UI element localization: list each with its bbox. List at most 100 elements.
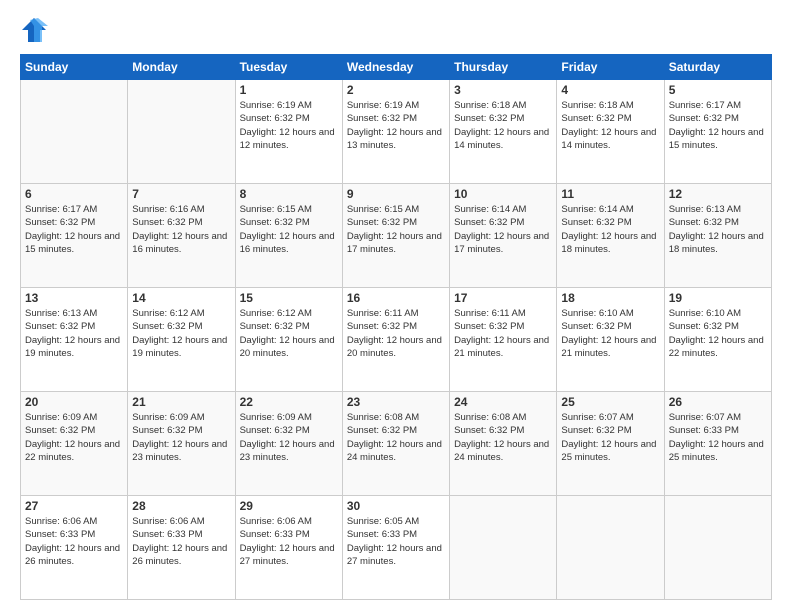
day-cell: 22Sunrise: 6:09 AM Sunset: 6:32 PM Dayli… [235,392,342,496]
weekday-thursday: Thursday [450,55,557,80]
day-cell: 3Sunrise: 6:18 AM Sunset: 6:32 PM Daylig… [450,80,557,184]
week-row-0: 1 Sunrise: 6:19 AM Sunset: 6:32 PM Daylig… [21,80,772,184]
day-info: Sunrise: 6:07 AM Sunset: 6:33 PM Dayligh… [669,411,767,464]
day-number: 12 [669,187,767,201]
weekday-friday: Friday [557,55,664,80]
day-cell: 8 Sunrise: 6:15 AM Sunset: 6:32 PM Daylig… [235,184,342,288]
day-number: 29 [240,499,338,513]
day-info: Sunrise: 6:16 AM Sunset: 6:32 PM Dayligh… [132,203,230,256]
day-cell: 1 Sunrise: 6:19 AM Sunset: 6:32 PM Daylig… [235,80,342,184]
day-number: 18 [561,291,659,305]
day-number: 15 [240,291,338,305]
day-cell: 6 Sunrise: 6:17 AM Sunset: 6:32 PM Daylig… [21,184,128,288]
day-cell: 24 Sunrise: 6:08 AM Sunset: 6:32 PM Dayli… [450,392,557,496]
day-cell: 2 Sunrise: 6:19 AM Sunset: 6:32 PM Daylig… [342,80,449,184]
day-cell: 11 Sunrise: 6:14 AM Sunset: 6:32 PM Dayli… [557,184,664,288]
weekday-wednesday: Wednesday [342,55,449,80]
day-info: Sunrise: 6:09 AM Sunset: 6:32 PM Dayligh… [132,411,230,464]
day-info: Sunrise: 6:11 AM Sunset: 6:32 PM Dayligh… [454,307,552,360]
day-info: Sunrise: 6:13 AM Sunset: 6:32 PM Dayligh… [25,307,123,360]
day-cell [21,80,128,184]
day-info: Sunrise: 6:14 AM Sunset: 6:32 PM Dayligh… [561,203,659,256]
day-number: 5 [669,83,767,97]
day-cell: 25 Sunrise: 6:07 AM Sunset: 6:32 PM Dayli… [557,392,664,496]
day-number: 7 [132,187,230,201]
day-info: Sunrise: 6:10 AM Sunset: 6:32 PM Dayligh… [669,307,767,360]
day-info: Sunrise: 6:18 AM Sunset: 6:32 PM Dayligh… [454,99,552,152]
day-info: Sunrise: 6:11 AM Sunset: 6:32 PM Dayligh… [347,307,445,360]
day-cell: 19 Sunrise: 6:10 AM Sunset: 6:32 PM Dayli… [664,288,771,392]
day-number: 13 [25,291,123,305]
day-info: Sunrise: 6:06 AM Sunset: 6:33 PM Dayligh… [132,515,230,568]
day-number: 23 [347,395,445,409]
week-row-2: 13 Sunrise: 6:13 AM Sunset: 6:32 PM Dayli… [21,288,772,392]
day-number: 19 [669,291,767,305]
day-cell: 29 Sunrise: 6:06 AM Sunset: 6:33 PM Dayli… [235,496,342,600]
day-cell: 12Sunrise: 6:13 AM Sunset: 6:32 PM Dayli… [664,184,771,288]
day-number: 21 [132,395,230,409]
day-number: 9 [347,187,445,201]
day-info: Sunrise: 6:12 AM Sunset: 6:32 PM Dayligh… [132,307,230,360]
day-cell: 14 Sunrise: 6:12 AM Sunset: 6:32 PM Dayli… [128,288,235,392]
day-info: Sunrise: 6:08 AM Sunset: 6:32 PM Dayligh… [454,411,552,464]
calendar-table: SundayMondayTuesdayWednesdayThursdayFrid… [20,54,772,600]
day-number: 1 [240,83,338,97]
day-info: Sunrise: 6:18 AM Sunset: 6:32 PM Dayligh… [561,99,659,152]
week-row-3: 20 Sunrise: 6:09 AM Sunset: 6:32 PM Dayli… [21,392,772,496]
weekday-tuesday: Tuesday [235,55,342,80]
day-number: 17 [454,291,552,305]
day-number: 10 [454,187,552,201]
day-cell: 20 Sunrise: 6:09 AM Sunset: 6:32 PM Dayli… [21,392,128,496]
day-info: Sunrise: 6:06 AM Sunset: 6:33 PM Dayligh… [240,515,338,568]
day-info: Sunrise: 6:12 AM Sunset: 6:32 PM Dayligh… [240,307,338,360]
day-cell [557,496,664,600]
day-cell: 13 Sunrise: 6:13 AM Sunset: 6:32 PM Dayli… [21,288,128,392]
day-cell: 27Sunrise: 6:06 AM Sunset: 6:33 PM Dayli… [21,496,128,600]
day-info: Sunrise: 6:17 AM Sunset: 6:32 PM Dayligh… [25,203,123,256]
day-number: 2 [347,83,445,97]
day-info: Sunrise: 6:07 AM Sunset: 6:32 PM Dayligh… [561,411,659,464]
day-number: 28 [132,499,230,513]
day-info: Sunrise: 6:19 AM Sunset: 6:32 PM Dayligh… [240,99,338,152]
day-info: Sunrise: 6:05 AM Sunset: 6:33 PM Dayligh… [347,515,445,568]
day-cell [128,80,235,184]
day-cell: 18 Sunrise: 6:10 AM Sunset: 6:32 PM Dayli… [557,288,664,392]
day-info: Sunrise: 6:10 AM Sunset: 6:32 PM Dayligh… [561,307,659,360]
day-number: 14 [132,291,230,305]
day-number: 26 [669,395,767,409]
day-cell: 16 Sunrise: 6:11 AM Sunset: 6:32 PM Dayli… [342,288,449,392]
weekday-header-row: SundayMondayTuesdayWednesdayThursdayFrid… [21,55,772,80]
day-info: Sunrise: 6:15 AM Sunset: 6:32 PM Dayligh… [240,203,338,256]
day-cell: 9Sunrise: 6:15 AM Sunset: 6:32 PM Daylig… [342,184,449,288]
day-number: 30 [347,499,445,513]
day-info: Sunrise: 6:14 AM Sunset: 6:32 PM Dayligh… [454,203,552,256]
day-info: Sunrise: 6:19 AM Sunset: 6:32 PM Dayligh… [347,99,445,152]
day-info: Sunrise: 6:09 AM Sunset: 6:32 PM Dayligh… [240,411,338,464]
day-number: 4 [561,83,659,97]
day-cell: 28 Sunrise: 6:06 AM Sunset: 6:33 PM Dayli… [128,496,235,600]
day-cell: 17 Sunrise: 6:11 AM Sunset: 6:32 PM Dayli… [450,288,557,392]
day-number: 16 [347,291,445,305]
day-info: Sunrise: 6:08 AM Sunset: 6:32 PM Dayligh… [347,411,445,464]
day-number: 11 [561,187,659,201]
day-cell [450,496,557,600]
day-number: 20 [25,395,123,409]
day-cell: 5 Sunrise: 6:17 AM Sunset: 6:32 PM Daylig… [664,80,771,184]
day-cell: 21 Sunrise: 6:09 AM Sunset: 6:32 PM Dayli… [128,392,235,496]
day-cell [664,496,771,600]
day-number: 25 [561,395,659,409]
weekday-monday: Monday [128,55,235,80]
day-number: 24 [454,395,552,409]
logo-icon [20,16,48,44]
day-cell: 23 Sunrise: 6:08 AM Sunset: 6:32 PM Dayli… [342,392,449,496]
day-info: Sunrise: 6:09 AM Sunset: 6:32 PM Dayligh… [25,411,123,464]
page: SundayMondayTuesdayWednesdayThursdayFrid… [0,0,792,612]
day-number: 8 [240,187,338,201]
day-number: 6 [25,187,123,201]
day-info: Sunrise: 6:17 AM Sunset: 6:32 PM Dayligh… [669,99,767,152]
logo [20,16,52,44]
day-cell: 26 Sunrise: 6:07 AM Sunset: 6:33 PM Dayli… [664,392,771,496]
header [20,16,772,44]
day-info: Sunrise: 6:06 AM Sunset: 6:33 PM Dayligh… [25,515,123,568]
week-row-4: 27Sunrise: 6:06 AM Sunset: 6:33 PM Dayli… [21,496,772,600]
